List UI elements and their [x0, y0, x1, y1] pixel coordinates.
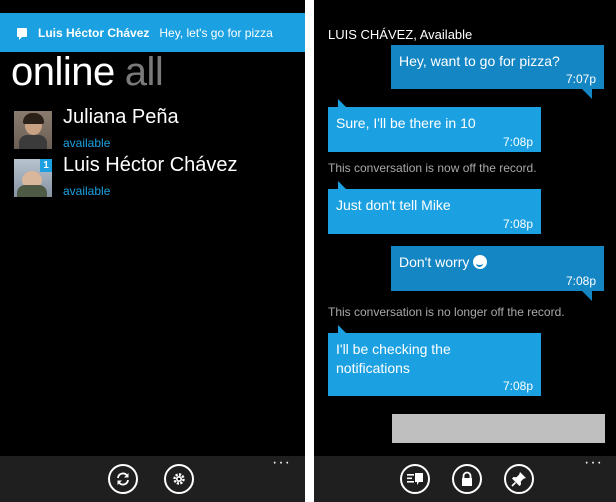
application-bar: ···	[0, 455, 305, 502]
quick-reply-icon	[407, 473, 423, 485]
refresh-button[interactable]	[108, 464, 138, 494]
contacts-screen: Luis Héctor Chávez Hey, let's go for piz…	[0, 0, 305, 502]
contact-name: Luis Héctor Chávez	[63, 154, 238, 176]
pin-icon	[511, 472, 526, 487]
quick-reply-button[interactable]	[400, 464, 430, 494]
message-time: 7:08p	[565, 274, 596, 288]
chat-bubble-icon	[17, 28, 27, 40]
more-options-button[interactable]: ···	[584, 455, 603, 471]
message-time: 7:08p	[502, 135, 533, 149]
message-sent: Hey, want to go for pizza? 7:07p	[391, 45, 604, 99]
more-options-button[interactable]: ···	[272, 455, 291, 471]
avatar: 1	[14, 159, 52, 197]
message-time: 7:08p	[502, 217, 533, 231]
message-compose-input[interactable]	[392, 414, 605, 443]
message-text: Just don't tell Mike	[336, 197, 451, 213]
lock-icon	[462, 471, 472, 486]
off-the-record-button[interactable]	[452, 464, 482, 494]
message-time: 7:08p	[502, 379, 533, 393]
off-record-notice: This conversation is now off the record.	[328, 161, 537, 175]
message-time: 7:07p	[565, 72, 596, 86]
smiley-icon	[473, 255, 488, 269]
toast-sender: Luis Héctor Chávez	[38, 25, 150, 40]
message-text: I'll be checking the notifications	[336, 341, 451, 376]
unread-count-badge: 1	[40, 159, 52, 172]
conversation-header: LUIS CHÁVEZ, Available	[328, 27, 473, 42]
message-toast-notification[interactable]: Luis Héctor Chávez Hey, let's go for piz…	[0, 13, 305, 52]
contact-item-juliana[interactable]: Juliana Peña available	[14, 106, 304, 151]
contact-status: available	[63, 136, 111, 150]
message-received: I'll be checking the notifications 7:08p	[328, 325, 541, 396]
gear-icon	[173, 473, 185, 485]
pivot-online[interactable]: online	[11, 50, 115, 94]
avatar	[14, 111, 52, 149]
contact-status: available	[63, 184, 111, 198]
pin-button[interactable]	[504, 464, 534, 494]
toast-message: Hey, let's go for pizza	[159, 25, 273, 40]
refresh-icon	[117, 472, 129, 486]
message-sent: Don't worry 7:08p	[391, 246, 604, 301]
pivot-header: online all	[11, 50, 164, 94]
application-bar: ···	[314, 455, 616, 502]
message-text: Hey, want to go for pizza?	[399, 53, 560, 69]
pivot-all[interactable]: all	[125, 50, 164, 94]
settings-button[interactable]	[164, 464, 194, 494]
on-record-notice: This conversation is no longer off the r…	[328, 305, 565, 319]
contact-name: Juliana Peña	[63, 106, 179, 128]
message-text: Sure, I'll be there in 10	[336, 115, 476, 131]
message-received: Sure, I'll be there in 10 7:08p	[328, 99, 541, 152]
conversation-screen: LUIS CHÁVEZ, Available Hey, want to go f…	[314, 0, 616, 502]
message-text: Don't worry	[399, 254, 470, 270]
contact-item-luis[interactable]: 1 Luis Héctor Chávez available	[14, 154, 304, 199]
message-received: Just don't tell Mike 7:08p	[328, 181, 541, 234]
